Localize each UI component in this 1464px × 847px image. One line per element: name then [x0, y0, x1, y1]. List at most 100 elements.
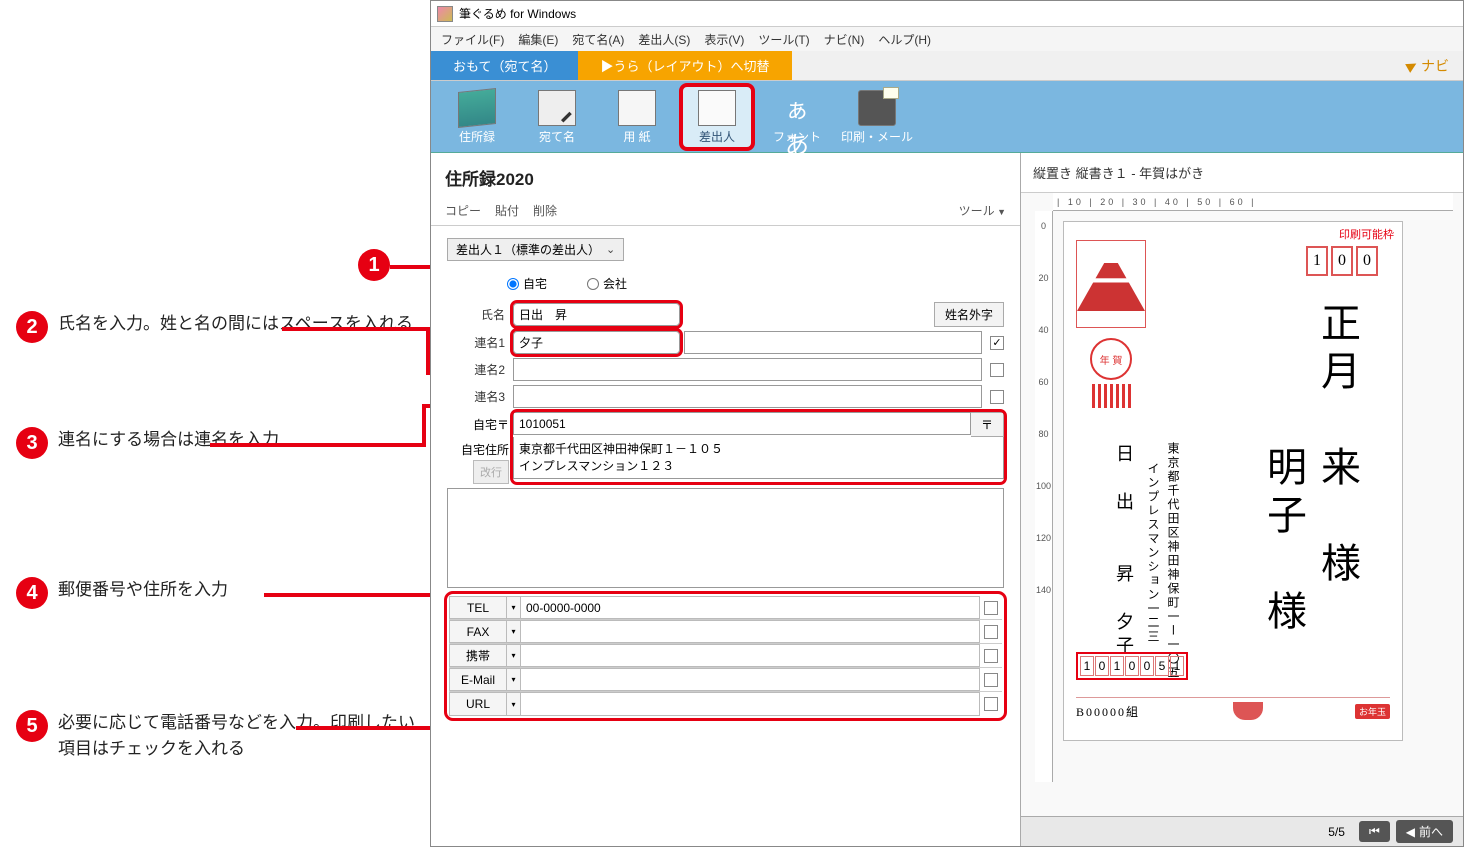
- annotation-text: 郵便番号や住所を入力: [58, 577, 228, 603]
- toolbar-sender[interactable]: 差出人: [681, 85, 753, 149]
- annotation-number: 2: [16, 311, 48, 343]
- toolbar: 住所録 宛て名 用 紙 差出人 ぁあフォント 印刷・メール: [431, 81, 1463, 153]
- toolbar-addressbook[interactable]: 住所録: [441, 85, 513, 149]
- navi-label: ナビ: [1421, 56, 1449, 76]
- menu-help[interactable]: ヘルプ(H): [878, 31, 931, 48]
- name-input[interactable]: [513, 303, 680, 326]
- zip-digit: 1: [1306, 246, 1328, 276]
- annotation-text: 連名にする場合は連名を入力: [58, 427, 279, 453]
- email-checkbox[interactable]: [984, 673, 998, 687]
- lottery-id: B00000組: [1076, 703, 1140, 720]
- delete-button[interactable]: 削除: [533, 202, 557, 219]
- toolbar-label: 宛て名: [539, 128, 575, 145]
- tab-front[interactable]: おもて（宛て名）: [431, 51, 578, 80]
- sender-icon: [698, 90, 736, 126]
- tool-dropdown[interactable]: ツール: [959, 202, 1006, 219]
- annotation-number: 3: [16, 427, 48, 459]
- tab-front-label: おもて（宛て名）: [453, 56, 556, 75]
- annotation-number: 5: [16, 710, 48, 742]
- tel-dropdown[interactable]: ▾: [507, 596, 521, 619]
- url-dropdown[interactable]: ▾: [507, 692, 521, 716]
- tab-back-label: ▶うら（レイアウト）へ切替: [600, 56, 769, 75]
- mobile-checkbox[interactable]: [984, 649, 998, 663]
- renmei3-input[interactable]: [513, 385, 982, 408]
- mobile-dropdown[interactable]: ▾: [507, 644, 521, 667]
- url-input[interactable]: [521, 692, 980, 716]
- toolbar-font[interactable]: ぁあフォント: [761, 85, 833, 149]
- tab-back[interactable]: ▶うら（レイアウト）へ切替: [578, 51, 791, 80]
- tel-checkbox[interactable]: [984, 601, 998, 615]
- zip-lookup-button[interactable]: 〒: [971, 412, 1004, 437]
- ruler-vertical: 0 20 40 60 80 100 120 140: [1035, 211, 1053, 782]
- memo-area[interactable]: [447, 488, 1004, 588]
- print-icon: [858, 90, 896, 126]
- renmei1-checkbox[interactable]: [990, 336, 1004, 350]
- font-icon: ぁあ: [778, 90, 816, 126]
- tel-input[interactable]: [521, 596, 980, 619]
- menu-tool[interactable]: ツール(T): [758, 31, 809, 48]
- postcard-preview[interactable]: 印刷可能枠 年 賀 1 0 0 正月 来 様 明子 様 東京都千代田区神田神保町…: [1063, 221, 1403, 741]
- toolbar-paper[interactable]: 用 紙: [601, 85, 673, 149]
- sender-address-1: 東京都千代田区神田神保町一ー一〇五: [1165, 442, 1182, 680]
- fax-input[interactable]: [521, 620, 980, 643]
- toolbar-atena[interactable]: 宛て名: [521, 85, 593, 149]
- fax-checkbox[interactable]: [984, 625, 998, 639]
- url-checkbox[interactable]: [984, 697, 998, 711]
- email-dropdown[interactable]: ▾: [507, 668, 521, 691]
- tel-row: TEL ▾: [449, 596, 1002, 620]
- atena-icon: [538, 90, 576, 126]
- menu-view[interactable]: 表示(V): [704, 31, 744, 48]
- gaiji-button[interactable]: 姓名外字: [934, 302, 1004, 327]
- content-area: 住所録2020 コピー 貼付 削除 ツール 差出人１（標準の差出人） 自宅 会社…: [431, 153, 1463, 846]
- menu-navi[interactable]: ナビ(N): [824, 31, 865, 48]
- zip-digit: 0: [1095, 656, 1109, 676]
- ruler-tick: 0: [1041, 221, 1046, 231]
- fax-dropdown[interactable]: ▾: [507, 620, 521, 643]
- radio-home-label: 自宅: [523, 275, 547, 292]
- renmei2-input[interactable]: [513, 358, 982, 381]
- zip-digit: 0: [1140, 656, 1154, 676]
- radio-company[interactable]: 会社: [587, 275, 627, 292]
- radio-home[interactable]: 自宅: [507, 275, 547, 292]
- mobile-input[interactable]: [521, 644, 980, 667]
- contact-block: TEL ▾ FAX ▾ 携帯 ▾: [447, 594, 1004, 718]
- copy-button[interactable]: コピー: [445, 202, 481, 219]
- form-area: 差出人１（標準の差出人） 自宅 会社 氏名 姓名外字 連名1: [431, 226, 1020, 846]
- menu-sender[interactable]: 差出人(S): [638, 31, 690, 48]
- url-label: URL: [449, 692, 507, 716]
- radio-home-input[interactable]: [507, 278, 519, 290]
- renmei3-checkbox[interactable]: [990, 390, 1004, 404]
- fax-label: FAX: [449, 620, 507, 643]
- menu-file[interactable]: ファイル(F): [441, 31, 504, 48]
- zip-digit: 1: [1110, 656, 1124, 676]
- boat-icon: [1233, 702, 1263, 720]
- ruler-horizontal: | 10 | 20 | 30 | 40 | 50 | 60 |: [1053, 193, 1453, 211]
- renmei2-label: 連名2: [447, 361, 509, 378]
- print-frame-label: 印刷可能枠: [1339, 226, 1394, 242]
- connector-line: [422, 404, 426, 447]
- radio-company-input[interactable]: [587, 278, 599, 290]
- zip-input[interactable]: [513, 412, 971, 435]
- ruler-tick: 140: [1036, 585, 1051, 595]
- address-fields: 〒: [513, 412, 1004, 482]
- addressbook-title: 住所録2020: [445, 165, 1006, 190]
- menu-atena[interactable]: 宛て名(A): [572, 31, 624, 48]
- renmei1-input[interactable]: [513, 331, 680, 354]
- newline-button[interactable]: 改行: [473, 460, 509, 484]
- first-button[interactable]: ⏮: [1359, 821, 1390, 842]
- address-input[interactable]: [513, 437, 1004, 479]
- menu-edit[interactable]: 編集(E): [518, 31, 558, 48]
- toolbar-print[interactable]: 印刷・メール: [841, 85, 913, 149]
- prev-button[interactable]: ◀ 前へ: [1396, 820, 1453, 843]
- paste-button[interactable]: 貼付: [495, 202, 519, 219]
- annotation-text: 必要に応じて電話番号などを入力。印刷したい項目はチェックを入れる: [58, 710, 416, 761]
- email-input[interactable]: [521, 668, 980, 691]
- renmei1-row: 連名1: [447, 331, 1004, 354]
- left-header: 住所録2020: [431, 153, 1020, 196]
- sender-select[interactable]: 差出人１（標準の差出人）: [447, 238, 624, 261]
- renmei2-checkbox[interactable]: [990, 363, 1004, 377]
- zip-digit: 1: [1170, 656, 1184, 676]
- renmei1-input-ext[interactable]: [684, 331, 982, 354]
- tel-label: TEL: [449, 596, 507, 619]
- navi-button[interactable]: ナビ: [1393, 51, 1463, 80]
